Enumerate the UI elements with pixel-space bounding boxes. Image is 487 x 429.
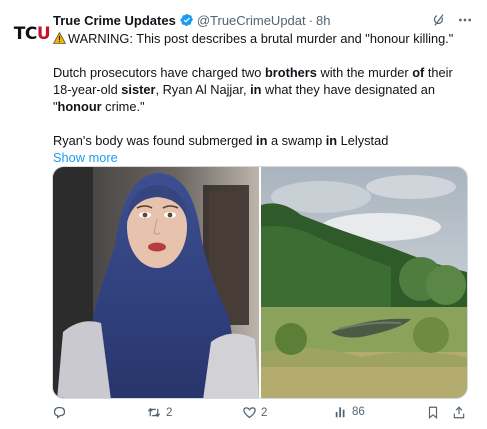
- separator-dot: ·: [308, 12, 313, 28]
- text-run: Lelystad: [337, 133, 389, 148]
- bold-run: in: [250, 82, 262, 97]
- selfie-illustration: [53, 167, 259, 398]
- tweet-card[interactable]: TCU True Crime Updates @TrueCrimeUpdat ·…: [0, 0, 487, 429]
- media-image-right[interactable]: [261, 167, 467, 398]
- bold-run: brothers: [264, 65, 317, 80]
- share-button[interactable]: [452, 405, 466, 420]
- grok-icon[interactable]: [431, 12, 447, 28]
- paragraph-2: Ryan's body was found submerged in a swa…: [53, 132, 473, 149]
- like-button[interactable]: 2: [242, 405, 267, 420]
- bold-run: honour: [57, 99, 102, 114]
- avatar-logo-text: TCU: [13, 24, 51, 44]
- repost-icon: [146, 405, 162, 420]
- repost-count: 2: [166, 406, 173, 419]
- warning-line: WARNING: This post describes a brutal mu…: [52, 30, 473, 47]
- display-name[interactable]: True Crime Updates: [53, 13, 176, 28]
- timestamp[interactable]: 8h: [316, 13, 330, 28]
- warning-icon: [52, 30, 67, 47]
- tweet-header: True Crime Updates @TrueCrimeUpdat · 8h: [53, 10, 473, 30]
- media-image-left[interactable]: [53, 167, 259, 398]
- bookmark-button[interactable]: [426, 405, 440, 420]
- bold-run: sister: [121, 82, 156, 97]
- views-count: 86: [352, 406, 365, 418]
- text-run: with the murder: [316, 65, 413, 80]
- verified-badge-icon: [180, 13, 194, 27]
- like-icon: [242, 405, 257, 420]
- media-grid: [52, 166, 468, 399]
- swamp-illustration: [261, 167, 467, 398]
- bold-run: in: [325, 133, 338, 148]
- bold-run: of: [412, 65, 425, 80]
- share-icon: [452, 405, 466, 420]
- bold-run: in: [256, 133, 268, 148]
- paragraph-1: Dutch prosecutors have charged two broth…: [53, 64, 473, 115]
- avatar[interactable]: TCU: [12, 14, 52, 54]
- reply-button[interactable]: [52, 405, 71, 420]
- header-actions: [431, 12, 473, 28]
- bookmark-icon: [426, 405, 440, 420]
- handle[interactable]: @TrueCrimeUpdat: [197, 13, 306, 28]
- reply-icon: [52, 405, 67, 420]
- text-run: crime.": [101, 99, 145, 114]
- tweet-actions: 2 2 86: [52, 405, 468, 425]
- show-more-link[interactable]: Show more: [53, 150, 118, 165]
- repost-button[interactable]: 2: [146, 405, 172, 420]
- warning-text: WARNING: This post describes a brutal mu…: [68, 31, 454, 46]
- tweet-text: WARNING: This post describes a brutal mu…: [52, 30, 473, 166]
- views-button[interactable]: 86: [334, 405, 365, 419]
- text-run: , Ryan Al Najjar,: [155, 82, 251, 97]
- views-icon: [334, 405, 348, 419]
- text-run: Ryan's body was found submerged: [53, 133, 257, 148]
- text-run: Dutch prosecutors have charged two: [53, 65, 265, 80]
- more-icon[interactable]: [457, 12, 473, 28]
- text-run: a swamp: [267, 133, 326, 148]
- like-count: 2: [261, 406, 268, 419]
